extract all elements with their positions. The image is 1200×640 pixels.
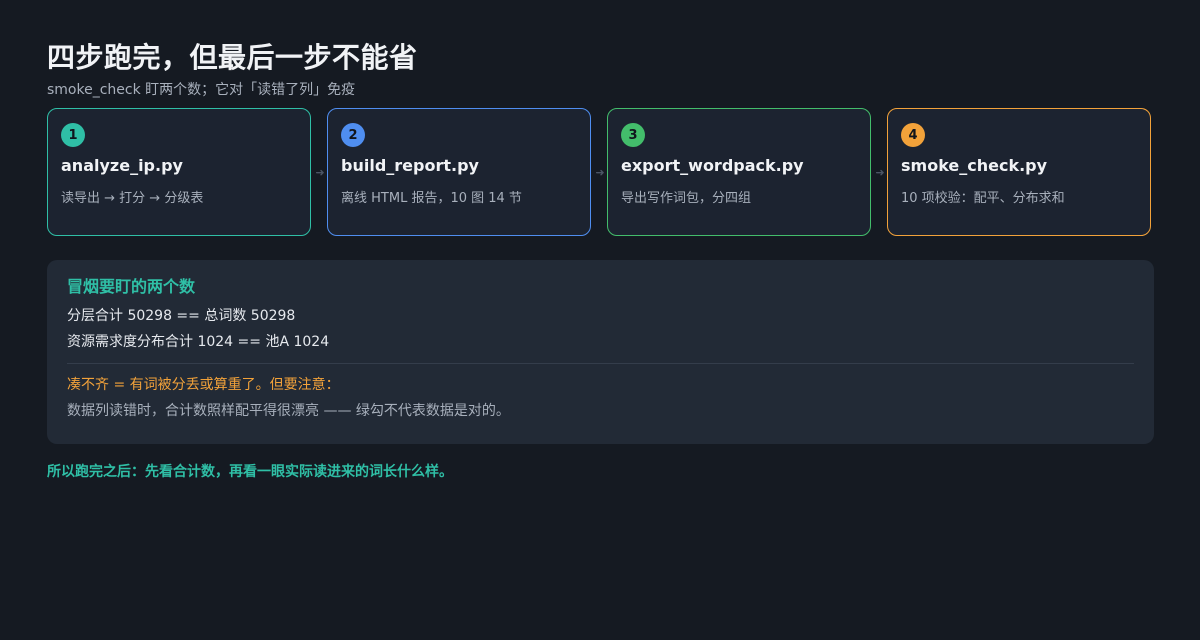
step-description: 导出写作词包，分四组 [621,191,752,206]
step-card-build-report: 2 build_report.py 离线 HTML 报告，10 图 14 节 [327,108,591,236]
check-line-demand-total: 资源需求度分布合计 1024 == 池A 1024 [67,334,330,350]
arrow-right-icon: ➜ [315,166,325,179]
conclusion-text: 所以跑完之后：先看合计数，再看一眼实际读进来的词长什么样。 [47,464,453,480]
step-description: 读导出 → 打分 → 分级表 [61,191,204,206]
step-description: 10 项校验：配平、分布求和 [901,191,1065,206]
note-text: 数据列读错时，合计数照样配平得很漂亮 —— 绿勾不代表数据是对的。 [67,403,510,419]
step-script-name: export_wordpack.py [621,156,804,175]
step-number-badge: 1 [61,123,85,147]
step-number-badge: 3 [621,123,645,147]
warning-text: 凑不齐 = 有词被分丢或算重了。但要注意： [67,377,340,393]
page: 四步跑完，但最后一步不能省 smoke_check 盯两个数；它对「读错了列」免… [47,40,1154,482]
step-card-smoke-check: 4 smoke_check.py 10 项校验：配平、分布求和 [887,108,1151,236]
step-script-name: smoke_check.py [901,156,1048,175]
step-number-badge: 4 [901,123,925,147]
smoke-check-panel: 冒烟要盯的两个数 分层合计 50298 == 总词数 50298 资源需求度分布… [47,260,1154,444]
step-card-analyze: 1 analyze_ip.py 读导出 → 打分 → 分级表 [47,108,311,236]
arrow-right-icon: ➜ [595,166,605,179]
divider [67,363,1134,364]
page-title: 四步跑完，但最后一步不能省 [47,41,418,74]
step-number-badge: 2 [341,123,365,147]
step-card-export-wordpack: 3 export_wordpack.py 导出写作词包，分四组 [607,108,871,236]
page-subtitle: smoke_check 盯两个数；它对「读错了列」免疫 [47,82,356,98]
arrow-right-icon: ➜ [875,166,885,179]
panel-title: 冒烟要盯的两个数 [67,277,196,296]
pipeline-steps: 1 analyze_ip.py 读导出 → 打分 → 分级表 ➜ 2 build… [47,108,1154,238]
step-script-name: build_report.py [341,156,479,175]
check-line-layer-total: 分层合计 50298 == 总词数 50298 [67,308,296,324]
step-script-name: analyze_ip.py [61,156,183,175]
step-description: 离线 HTML 报告，10 图 14 节 [341,191,522,206]
